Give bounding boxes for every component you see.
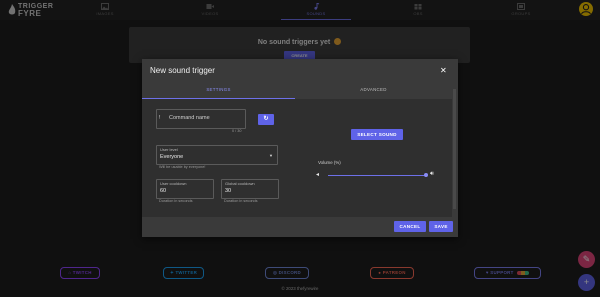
global-cooldown-value: 30 (225, 188, 232, 194)
volume-up-icon[interactable]: 🔊︎ (430, 171, 434, 178)
user-level-value: Everyone (160, 154, 184, 160)
refresh-icon: ↻ (263, 116, 269, 122)
command-counter: 0 / 30 (232, 129, 242, 133)
global-cooldown-hint: Duration in seconds (224, 199, 258, 203)
scrollbar-thumb[interactable] (453, 89, 456, 209)
volume-slider-fill (328, 175, 426, 176)
close-icon: ✕ (440, 66, 447, 75)
close-button[interactable]: ✕ (440, 67, 447, 75)
user-cooldown-label: User cooldown (160, 181, 187, 186)
tab-settings[interactable]: SETTINGS (142, 83, 295, 99)
new-sound-trigger-dialog: New sound trigger ✕ SETTINGS ADVANCED ! … (142, 59, 458, 237)
cancel-button[interactable]: CANCEL (394, 221, 426, 232)
select-sound-button[interactable]: SELECT SOUND (351, 129, 403, 140)
volume-label: Volume (%) (318, 160, 341, 165)
chevron-down-icon: ▼ (269, 153, 273, 158)
global-cooldown-field[interactable]: Global cooldown 30 (221, 179, 279, 199)
user-level-select[interactable]: User level Everyone ▼ (156, 145, 278, 165)
volume-mute-icon[interactable]: ◂ (316, 172, 319, 178)
scrollbar[interactable] (453, 83, 456, 217)
user-level-hint: Will be usable by everyone! (159, 165, 206, 169)
save-button[interactable]: SAVE (429, 221, 453, 232)
volume-slider-track[interactable] (328, 173, 428, 177)
dialog-tabs: SETTINGS ADVANCED (142, 83, 452, 99)
command-name-label: Command name (169, 115, 210, 121)
dialog-title: New sound trigger (150, 66, 215, 75)
global-cooldown-label: Global cooldown (225, 181, 255, 186)
required-mark: ! (159, 115, 161, 121)
settings-panel: ! Command name 0 / 30 ↻ User level Every… (142, 99, 452, 217)
volume-slider-thumb[interactable] (424, 173, 428, 177)
command-name-field[interactable]: ! Command name (156, 109, 246, 129)
user-cooldown-field[interactable]: User cooldown 60 (156, 179, 214, 199)
tab-advanced[interactable]: ADVANCED (295, 83, 452, 98)
user-cooldown-hint: Duration in seconds (159, 199, 193, 203)
dialog-actions: CANCEL SAVE (142, 217, 458, 237)
user-cooldown-value: 60 (160, 188, 167, 194)
command-refresh-button[interactable]: ↻ (258, 114, 274, 125)
user-level-label: User level (160, 147, 178, 152)
